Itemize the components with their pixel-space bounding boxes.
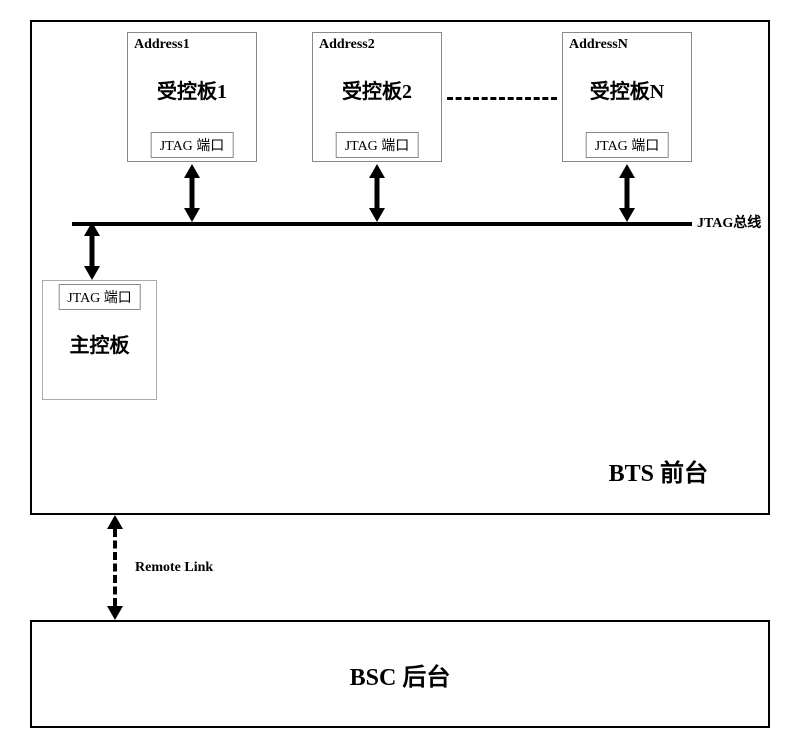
bts-front-container: Address1 受控板1 JTAG 端口 Address2 受控板2 JTAG…: [30, 20, 770, 515]
controlled-board-2: Address2 受控板2 JTAG 端口: [312, 32, 442, 162]
controlled-board-n: AddressN 受控板N JTAG 端口: [562, 32, 692, 162]
double-arrow-icon: [182, 164, 202, 222]
remote-link-label: Remote Link: [135, 560, 213, 576]
address-label-n: AddressN: [563, 33, 691, 57]
main-jtag-port: JTAG 端口: [58, 284, 141, 310]
controlled-board-1: Address1 受控板1 JTAG 端口: [127, 32, 257, 162]
bts-front-label: BTS 前台: [609, 453, 708, 488]
board-title-2: 受控板2: [313, 75, 441, 104]
main-board-title: 主控板: [70, 329, 130, 358]
board-title-1: 受控板1: [128, 75, 256, 104]
jtag-port-2: JTAG 端口: [336, 132, 419, 158]
main-jtag-port-label: JTAG 端口: [67, 291, 132, 306]
jtag-port-n: JTAG 端口: [586, 132, 669, 158]
address-label-2: Address2: [313, 33, 441, 57]
jtag-port-label-1: JTAG 端口: [160, 139, 225, 154]
bsc-back-container: BSC 后台: [30, 620, 770, 728]
jtag-bus-label: JTAG总线: [697, 212, 761, 232]
board-title-n: 受控板N: [563, 75, 691, 104]
bsc-back-label: BSC 后台: [350, 657, 451, 692]
jtag-port-label-2: JTAG 端口: [345, 139, 410, 154]
double-arrow-icon: [617, 164, 637, 222]
jtag-bus-line: [72, 222, 692, 226]
remote-link-double-arrow-icon: [105, 515, 125, 620]
main-control-board: JTAG 端口 主控板: [42, 280, 157, 400]
double-arrow-icon: [82, 222, 102, 280]
jtag-port-1: JTAG 端口: [151, 132, 234, 158]
address-label-1: Address1: [128, 33, 256, 57]
jtag-port-label-n: JTAG 端口: [595, 139, 660, 154]
ellipsis-dashed-line: [447, 97, 557, 100]
double-arrow-icon: [367, 164, 387, 222]
